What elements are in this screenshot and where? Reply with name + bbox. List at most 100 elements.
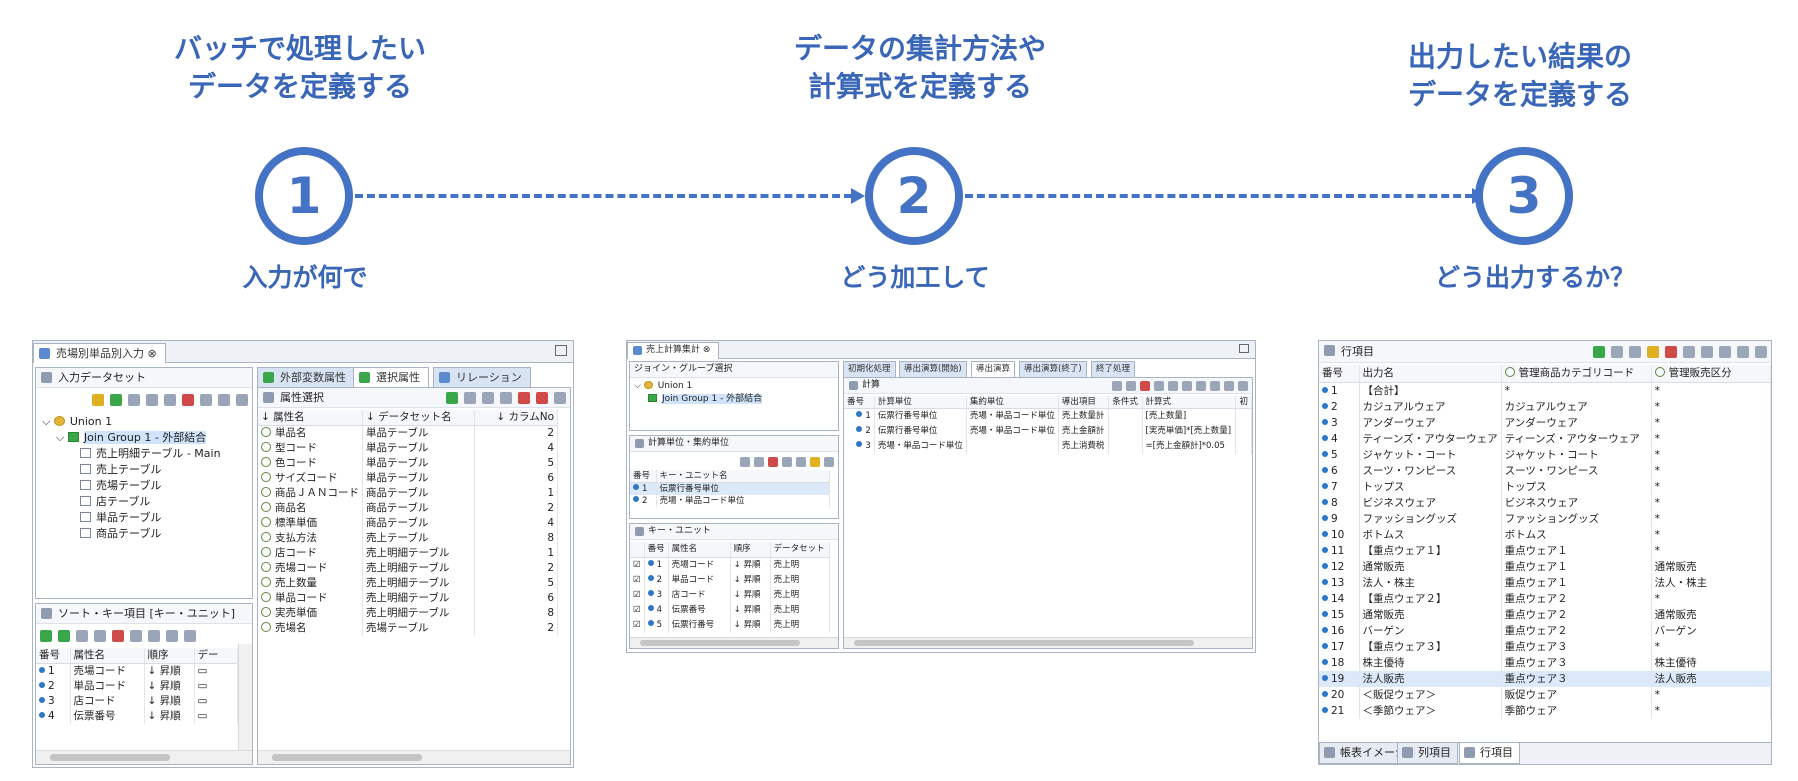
move-top-icon[interactable] (1683, 346, 1695, 358)
maximize-icon[interactable] (1239, 344, 1249, 353)
horizontal-scrollbar[interactable] (844, 637, 1252, 648)
tree-node-table[interactable]: 売上テーブル (42, 462, 248, 478)
table-row[interactable]: 売上数量 売上明細テーブル 5 (258, 576, 558, 591)
table-row[interactable]: 商品ＪＡＮコード 商品テーブル 1 (258, 486, 558, 501)
table-row[interactable]: 3 売場・単品コード単位 売上消費税 =[売上金額計]*0.05 (844, 438, 1252, 454)
table-row[interactable]: 1 【合計】 * * (1319, 382, 1771, 399)
move-up-icon[interactable] (1701, 346, 1713, 358)
columns-icon[interactable] (824, 457, 834, 467)
edit-icon[interactable] (164, 394, 176, 406)
table-row[interactable]: 18 株主優待 重点ウェア３ 株主優待 (1319, 654, 1771, 671)
tab-finish[interactable]: 終了処理 (1091, 361, 1136, 377)
table-row[interactable]: 17 【重点ウェア３】 重点ウェア３ * (1319, 638, 1771, 655)
table-row[interactable]: 3 アンダーウェア アンダーウェア * (1319, 414, 1771, 431)
table-row[interactable]: 単品コード 売上明細テーブル 6 (258, 591, 558, 606)
columns-icon[interactable] (1238, 381, 1248, 391)
table-row[interactable]: ☑ 1 売場コード ↓ 昇順 売上明 (630, 557, 831, 573)
tab-init[interactable]: 初期化処理 (843, 361, 896, 377)
table-row[interactable]: 8 ビジネスウェア ビジネスウェア * (1319, 494, 1771, 511)
horizontal-scrollbar[interactable] (258, 750, 570, 764)
move-down-icon[interactable] (166, 630, 178, 642)
table-row[interactable]: 3 店コード ↓ 昇順 ▭ (36, 694, 238, 709)
table-row[interactable]: 9 ファッショングッズ ファッショングッズ * (1319, 510, 1771, 527)
row-checkbox[interactable]: ☑ (630, 557, 645, 573)
table-row[interactable]: 2 伝票行番号単位 売場・単品コード単位 売上金額計 [実売単価]*[売上数量] (844, 423, 1252, 439)
row-checkbox[interactable]: ☑ (630, 573, 645, 588)
horizontal-scrollbar[interactable] (36, 750, 252, 764)
table-row[interactable]: 商品名 商品テーブル 2 (258, 501, 558, 516)
table-row[interactable]: ☑ 5 伝票行番号 ↓ 昇順 売上明 (630, 618, 831, 633)
delete-all-icon[interactable] (536, 392, 548, 404)
move-up-icon[interactable] (782, 457, 792, 467)
table-row[interactable]: 21 ＜季節ウェア＞ 季節ウェア * (1319, 702, 1771, 719)
table-row[interactable]: 単品名 単品テーブル 2 (258, 425, 558, 441)
edit-icon[interactable] (1629, 346, 1641, 358)
table-row[interactable]: 2 単品コード ↓ 昇順 ▭ (36, 679, 238, 694)
table-row[interactable]: 2 カジュアルウェア カジュアルウェア * (1319, 398, 1771, 415)
tab-derive[interactable]: 導出演算 (971, 361, 1016, 377)
document-icon[interactable] (146, 394, 158, 406)
tree-node-join[interactable]: ⌵ Join Group 1 - 外部結合 (42, 430, 248, 446)
tree-node-table[interactable]: 売上明細テーブル - Main (42, 446, 248, 462)
row-checkbox[interactable]: ☑ (630, 603, 645, 618)
tab-row-items[interactable]: 行項目 (1459, 743, 1520, 764)
editor-tab-input[interactable]: 売場別単品別入力 ⊗ (33, 343, 166, 363)
tab-selected-attr[interactable]: 選択属性 (353, 367, 429, 387)
delete-icon[interactable] (182, 394, 194, 406)
add-icon[interactable] (1611, 346, 1623, 358)
table-row[interactable]: ☑ 4 伝票番号 ↓ 昇順 売上明 (630, 603, 831, 618)
add-attr-icon[interactable] (58, 630, 70, 642)
table-row[interactable]: 12 通常販売 重点ウェア１ 通常販売 (1319, 558, 1771, 575)
add-icon[interactable] (446, 392, 458, 404)
table-row[interactable]: 16 バーゲン 重点ウェア２ バーゲン (1319, 622, 1771, 639)
delete-icon[interactable] (112, 630, 124, 642)
table-row[interactable]: 20 ＜販促ウェア＞ 販促ウェア * (1319, 686, 1771, 703)
table-row[interactable]: 2 売場・単品コード単位 (630, 495, 830, 507)
add-icon[interactable] (1112, 381, 1122, 391)
table-row[interactable]: 11 【重点ウェア１】 重点ウェア１ * (1319, 542, 1771, 559)
edit-icon[interactable] (76, 630, 88, 642)
table-row[interactable]: 4 ティーンズ・アウターウェア ティーンズ・アウターウェア * (1319, 430, 1771, 447)
tab-column-items[interactable]: 列項目 (1397, 743, 1458, 764)
table-row[interactable]: 19 法人販売 重点ウェア３ 法人販売 (1319, 670, 1771, 687)
table-row[interactable]: 1 伝票行番号単位 売場・単品コード単位 売上数量計 [売上数量] (844, 408, 1252, 424)
table-row[interactable]: 5 ジャケット・コート ジャケット・コート * (1319, 446, 1771, 463)
table-row[interactable]: 実売単価 売上明細テーブル 8 (258, 606, 558, 621)
editor-tab-calc[interactable]: 売上計算集計 ⊗ (627, 342, 720, 359)
move-down-icon[interactable] (236, 394, 248, 406)
add-attr-icon[interactable] (1593, 346, 1605, 358)
move-bottom-icon[interactable] (184, 630, 196, 642)
delete-icon[interactable] (518, 392, 530, 404)
delete-icon[interactable] (1665, 346, 1677, 358)
tree-node-union[interactable]: ⌵ Union 1 (634, 380, 762, 393)
table-row[interactable]: 14 【重点ウェア２】 重点ウェア２ * (1319, 590, 1771, 607)
table-row[interactable]: 売場コード 売上明細テーブル 2 (258, 561, 558, 576)
row-checkbox[interactable]: ☑ (630, 588, 645, 603)
move-bottom-icon[interactable] (1737, 346, 1749, 358)
move-up-icon[interactable] (218, 394, 230, 406)
edit-icon[interactable] (754, 457, 764, 467)
tab-external-var[interactable]: 外部変数属性 (257, 367, 355, 387)
tree-node-union[interactable]: ⌵ Union 1 (42, 414, 248, 430)
row-checkbox[interactable]: ☑ (630, 618, 645, 633)
table-row[interactable]: ☑ 3 店コード ↓ 昇順 売上明 (630, 588, 831, 603)
tree-node-table[interactable]: 売場テーブル (42, 478, 248, 494)
check-icon[interactable] (1154, 381, 1164, 391)
table-row[interactable]: 4 伝票番号 ↓ 昇順 ▭ (36, 709, 238, 724)
tree-node-table[interactable]: 店テーブル (42, 494, 248, 510)
move-up-icon[interactable] (1196, 381, 1206, 391)
table-row[interactable]: 売場名 売場テーブル 2 (258, 621, 558, 636)
tab-derive-start[interactable]: 導出演算(開始) (899, 361, 967, 377)
lightbulb-icon[interactable] (1647, 346, 1659, 358)
columns-icon[interactable] (554, 392, 566, 404)
tree-node-join[interactable]: Join Group 1 - 外部結合 (634, 393, 763, 406)
table-row[interactable]: 標準単価 商品テーブル 4 (258, 516, 558, 531)
table-row[interactable]: 10 ボトムス ボトムス * (1319, 526, 1771, 543)
edit-icon[interactable] (500, 392, 512, 404)
delete-icon[interactable] (768, 457, 778, 467)
add-key-icon[interactable] (40, 630, 52, 642)
table-row[interactable]: 1 売場コード ↓ 昇順 ▭ (36, 663, 238, 679)
union-add-icon[interactable] (92, 394, 104, 406)
tree-node-table[interactable]: 単品テーブル (42, 510, 248, 526)
table-row[interactable]: 型コード 単品テーブル 4 (258, 441, 558, 456)
